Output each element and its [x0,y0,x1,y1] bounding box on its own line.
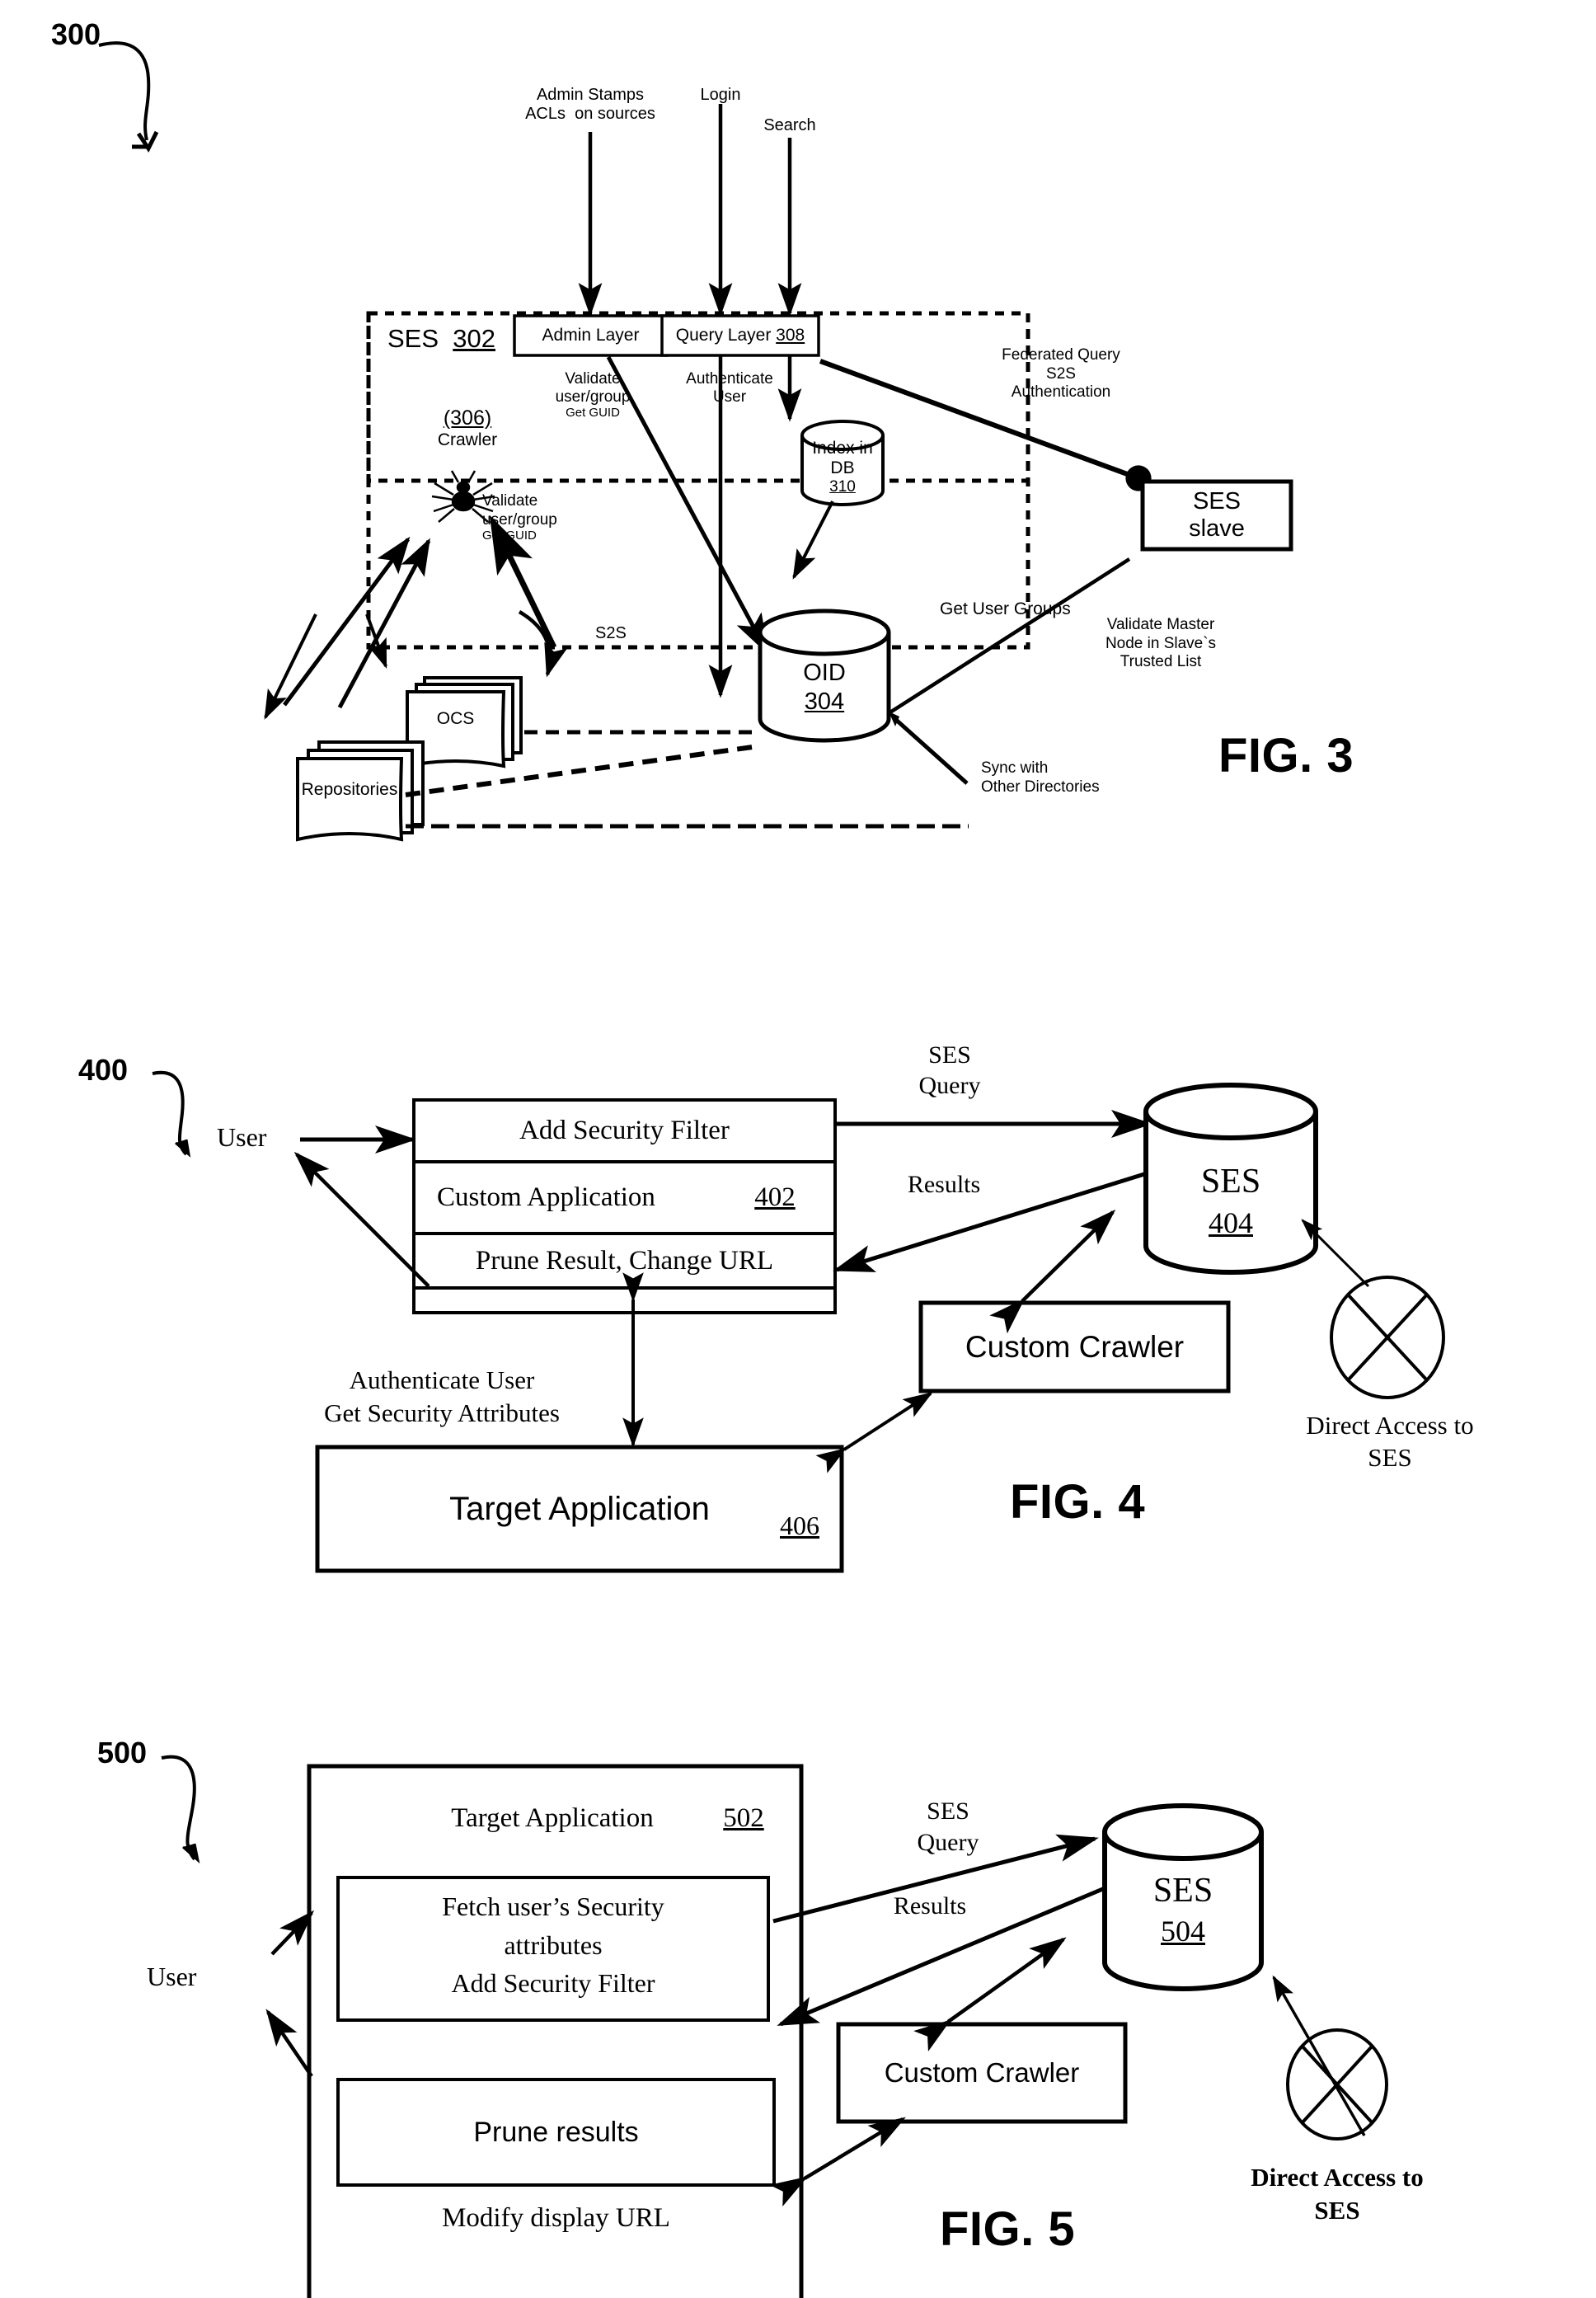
fig3-federated-query-line2: S2S [1046,365,1076,383]
fig3-repositories-label: Repositories [301,780,398,799]
fig3-sync-line1: Sync with [981,759,1049,777]
fig4-authenticate-line2: Get Security Attributes [324,1398,560,1427]
fig3-index-to-oid [792,500,834,580]
fig3-validate-crawler-line3: Get GUID [482,529,537,543]
fig3-admin-stamps-label-2: ACLs on sources [525,105,655,123]
fig4-target-crawler-arrow [815,1392,933,1473]
fig3-oid-label: OID [803,660,846,686]
fig3-sync-line2: Other Directories [981,778,1100,796]
fig3-ocs-label: OCS [436,709,475,728]
fig5-user-in-arrow [270,1910,315,1956]
fig5-ses-label: SES [1152,1872,1213,1910]
fig3-index-db-line1: Index in [812,439,873,458]
fig5-fetch-line1: Fetch user’s Security [442,1892,664,1921]
fig3-ref-number: 300 [51,17,101,51]
fig3-s2s-arrow [518,610,567,678]
fig5-ses-query-line2: Query [917,1829,979,1856]
fig3-login-label: Login [700,86,741,104]
fig3-authenticate-user-line1: Authenticate [686,370,773,388]
fig3-validate-crawler-line2: user/group [482,511,557,529]
fig5-direct-access-line1: Direct Access to [1251,2163,1424,2192]
fig3-crawler-ref: (306) [443,406,492,430]
fig3-federated-query-line3: Authentication [1011,383,1111,401]
fig3-validate-admin-line1: Validate [565,370,621,388]
fig4-target-app-label: Target Application [449,1490,710,1527]
fig5-ref-leader [161,1755,196,1861]
fig3-validate-master-line3: Trusted List [1120,653,1202,670]
fig3-validate-crawler-line1: Validate [482,492,538,510]
fig5-prune-results-label: Prune results [473,2116,639,2148]
fig3-index-db-line2: DB [830,458,855,477]
fig3-group [98,41,1293,842]
fig5-results-label: Results [893,1892,967,1920]
fig3-s2s-label: S2S [595,624,627,642]
fig3-admin-stamps-label: Admin Stamps [536,86,645,104]
fig4-results-label: Results [907,1171,981,1198]
fig3-oid-ref: 304 [804,688,845,715]
fig3-query-layer-label: Query Layer 308 [675,326,805,345]
fig3-admin-layer-label: Admin Layer [542,326,640,345]
fig4-custom-crawler-label: Custom Crawler [965,1329,1185,1364]
fig3-crawler-to-repos [264,613,317,720]
fig4-user-label: User [217,1122,267,1152]
fig3-federated-query-line1: Federated Query [1002,346,1120,364]
fig4-direct-access-line1: Direct Access to [1306,1411,1474,1440]
fig4-ses-query-line1: SES [928,1041,971,1069]
fig3-validate-master-line2: Node in Slave`s [1105,635,1217,652]
fig4-authenticate-line1: Authenticate User [349,1365,535,1394]
fig4-ses-label: SES [1200,1163,1261,1201]
fig3-slave-to-oid [864,557,1131,730]
fig4-ses-query-line2: Query [918,1072,981,1099]
fig3-repos-to-crawler [282,536,411,707]
fig4-ref-number: 400 [78,1053,129,1087]
fig5-ses-query-line1: SES [927,1798,969,1825]
fig3-validate-admin-line3: Get GUID [566,406,620,420]
fig3-ses-slave-label: SES slave [1189,488,1245,542]
fig3-ref-leader [98,41,151,141]
fig3-sync-arrow [894,718,969,785]
fig4-custom-application-ref: 402 [754,1182,796,1212]
fig4-direct-access-icon [1301,1219,1445,1399]
fig4-direct-access-line2: SES [1368,1443,1412,1472]
fig4-crawler-ses-arrow [989,1209,1116,1334]
fig5-fetch-line3: Add Security Filter [451,1968,655,1998]
fig5-modify-url-label: Modify display URL [442,2202,670,2233]
fig4-ses-ref: 404 [1209,1206,1253,1239]
fig5-target-crawler-arrow [769,2117,906,2207]
fig5-direct-access-line2: SES [1314,2196,1360,2225]
fig4-target-app-ref: 406 [780,1510,819,1540]
fig4-prune-result-row: Prune Result, Change URL [475,1245,774,1276]
fig5-user-out-arrow [265,2009,313,2078]
fig4-custom-app-footer [412,1286,837,1314]
fig3-boundary-label: SES 302 [387,324,495,353]
fig3-ocs-to-crawler [337,538,431,709]
fig4-caption: FIG. 4 [1010,1475,1146,1529]
fig3-validate-admin-line2: user/group [555,388,631,406]
fig3-caption: FIG. 3 [1218,729,1354,782]
fig3-search-label: Search [763,116,816,134]
fig5-ses-ref: 504 [1161,1915,1205,1948]
fig5-direct-access-icon [1272,1975,1388,2141]
fig5-ref-number: 500 [97,1736,148,1769]
fig5-target-app-ref: 502 [723,1802,764,1833]
fig3-index-db-ref: 310 [829,478,856,496]
fig3-validate-master-line1: Validate Master [1106,616,1215,633]
fig4-custom-application-label: Custom Application [437,1182,655,1212]
fig4-results-arrow [833,1168,1158,1272]
fig5-fetch-line2: attributes [504,1930,603,1960]
fig5-user-label: User [147,1962,197,1991]
fig3-crawler-label: Crawler [437,430,498,449]
patent-drawing-page: 300 Admin Stamps ACLs on sources Login S… [0,0,1596,2298]
fig3-authenticate-user-line2: User [712,388,747,406]
fig4-add-security-filter-row: Add Security Filter [519,1116,730,1145]
fig3-get-user-groups-label: Get User Groups [940,599,1071,618]
fig5-target-app-title: Target Application [451,1802,654,1833]
fig5-caption: FIG. 5 [940,2202,1076,2256]
fig4-app-to-user-arrow [293,1151,430,1288]
fig5-custom-crawler-label: Custom Crawler [884,2057,1080,2088]
fig5-crawler-ses-arrow [913,1937,1067,2051]
